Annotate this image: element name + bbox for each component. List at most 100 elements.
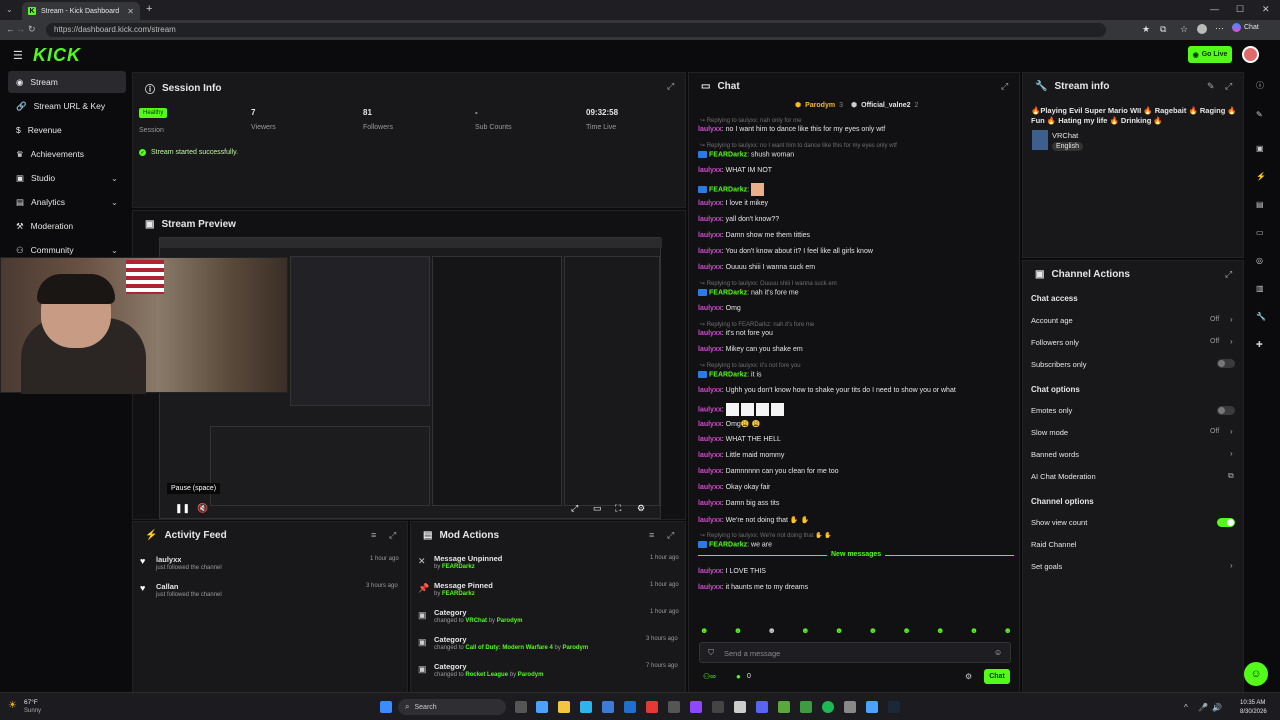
top-chatter-name[interactable]: Official_valne2 [861, 102, 910, 109]
chat-username[interactable]: laulyxx [698, 126, 722, 133]
rail-edit-icon[interactable]: ✎ [1256, 110, 1266, 120]
ai-moderation-label[interactable]: AI Chat Moderation [1031, 472, 1096, 481]
chat-username[interactable]: FEARDarkz [709, 151, 747, 158]
obs-icon[interactable] [734, 701, 746, 713]
go-live-button[interactable]: ◉ Go Live [1188, 46, 1232, 63]
chat-username[interactable]: FEARDarkz [709, 289, 747, 296]
emote-icon[interactable]: ☻ [734, 626, 742, 638]
sidebar-item-stream-url[interactable]: 🔗 Stream URL & Key [8, 95, 126, 117]
rail-info-icon[interactable]: ⓘ [1256, 80, 1266, 90]
chat-username[interactable]: laulyxx [698, 484, 722, 491]
app-icon[interactable] [712, 701, 724, 713]
chat-username[interactable]: laulyxx [698, 232, 722, 239]
twitch-icon[interactable] [690, 701, 702, 713]
rail-screen-icon[interactable]: ▣ [1256, 144, 1266, 154]
banned-words-label[interactable]: Banned words [1031, 450, 1079, 459]
filter-icon[interactable]: ≡ [649, 530, 654, 540]
activity-user[interactable]: Callan [156, 582, 179, 591]
more-icon[interactable]: ⋯ [1215, 23, 1224, 34]
mute-icon[interactable]: 🔇 [197, 503, 208, 514]
emote-icon[interactable]: ☻ [1003, 626, 1011, 638]
mod-action-target[interactable]: Call of Duty: Modern Warfare 4 [465, 645, 552, 651]
mod-action-target[interactable]: Rocket League [465, 672, 508, 678]
rail-puzzle-icon[interactable]: ✚ [1256, 340, 1266, 350]
mail-icon[interactable] [624, 701, 636, 713]
chat-username[interactable]: laulyxx [698, 517, 722, 524]
edit-pencil-icon[interactable]: ✎ [1207, 81, 1215, 92]
chevron-right-icon[interactable]: › [1230, 315, 1233, 324]
chat-username[interactable]: laulyxx [698, 500, 722, 507]
chat-username[interactable]: laulyxx [698, 436, 722, 443]
browser-chat-button[interactable]: Chat [1232, 23, 1259, 32]
task-view-icon[interactable] [515, 701, 527, 713]
chat-username[interactable]: laulyxx [698, 216, 722, 223]
chevron-right-icon[interactable]: › [1230, 449, 1233, 458]
sidebar-item-stream[interactable]: ◉ Stream [8, 71, 126, 93]
subscribers-only-toggle[interactable] [1217, 359, 1235, 368]
url-field[interactable]: https://dashboard.kick.com/stream [46, 23, 1106, 37]
chat-input-box[interactable]: ⛉ Send a message ☺ [699, 642, 1011, 663]
chat-username[interactable]: laulyxx [698, 167, 722, 174]
spotify-icon[interactable] [822, 701, 834, 713]
expand-icon[interactable]: ⤢ [389, 530, 396, 541]
fullscreen-icon[interactable]: ⛶ [615, 503, 621, 514]
browser-tab[interactable]: K Stream - Kick Dashboard ✕ [22, 2, 140, 20]
mod-action-user[interactable]: Parodym [497, 618, 523, 624]
app-icon[interactable] [866, 701, 878, 713]
emote-icon[interactable]: ☻ [835, 626, 843, 638]
tab-close-icon[interactable]: ✕ [127, 7, 134, 16]
chat-username[interactable]: laulyxx [698, 200, 722, 207]
chevron-right-icon[interactable]: › [1230, 427, 1233, 436]
clock-time[interactable]: 10:35 AM [1240, 700, 1265, 706]
rail-bolt-icon[interactable]: ⚡ [1256, 172, 1266, 182]
emote-icon[interactable]: ☻ [869, 626, 877, 638]
kick-logo[interactable]: KICK [33, 45, 81, 66]
tray-chevron-icon[interactable]: ^ [1184, 703, 1188, 712]
chevron-right-icon[interactable]: › [1230, 337, 1233, 346]
weather-temp[interactable]: 67°F [24, 699, 38, 706]
user-avatar[interactable] [1242, 46, 1259, 63]
raid-channel-label[interactable]: Raid Channel [1031, 540, 1076, 549]
rail-wrench-icon[interactable]: 🔧 [1256, 312, 1266, 322]
reload-icon[interactable]: ↻ [28, 24, 36, 35]
chat-username[interactable]: FEARDarkz [709, 186, 747, 193]
youtube-icon[interactable] [646, 701, 658, 713]
community-icon[interactable]: ⚇∞ [703, 672, 716, 681]
emote-icon[interactable]: ☻ [801, 626, 809, 638]
expand-icon[interactable]: ⤢ [1001, 81, 1008, 92]
chat-username[interactable]: laulyxx [698, 330, 722, 337]
chat-settings-icon[interactable]: ⚙ [965, 672, 972, 681]
rail-page-icon[interactable]: ▥ [1256, 284, 1266, 294]
bookmark-star-icon[interactable]: ★ [1142, 24, 1150, 35]
chat-username[interactable]: laulyxx [698, 421, 722, 428]
back-icon[interactable]: ← [6, 24, 15, 34]
sidebar-item-revenue[interactable]: $ Revenue [8, 119, 126, 141]
help-chat-icon[interactable]: ☺ [1244, 662, 1268, 686]
emote-icon[interactable]: ☻ [970, 626, 978, 638]
chevron-right-icon[interactable]: › [1230, 561, 1233, 570]
expand-icon[interactable]: ⤢ [1225, 81, 1232, 92]
extension-icon[interactable]: ⧉ [1160, 24, 1166, 35]
chat-username[interactable]: FEARDarkz [709, 541, 747, 548]
external-link-icon[interactable]: ⧉ [1228, 471, 1234, 481]
theater-icon[interactable]: ▭ [593, 503, 602, 514]
sidebar-item-moderation[interactable]: ⚒ Moderation [8, 215, 126, 237]
emotes-only-toggle[interactable] [1217, 406, 1235, 415]
new-tab-icon[interactable]: + [146, 3, 152, 15]
sidebar-item-achievements[interactable]: ♛ Achievements [8, 143, 126, 165]
clock-date[interactable]: 8/30/2026 [1240, 709, 1267, 715]
slow-mode-value[interactable]: Off [1210, 428, 1219, 435]
tab-list-icon[interactable]: ⌄ [6, 5, 13, 14]
emote-icon[interactable]: ☻ [936, 626, 944, 638]
sidebar-item-analytics[interactable]: ▤ Analytics ⌄ [8, 191, 126, 213]
chat-username[interactable]: laulyxx [698, 248, 722, 255]
mod-action-target[interactable]: FEARDarkz [442, 591, 475, 597]
profile-icon[interactable] [1197, 24, 1207, 34]
rail-target-icon[interactable]: ◎ [1256, 256, 1266, 266]
rail-list-icon[interactable]: ▤ [1256, 200, 1266, 210]
pause-icon[interactable]: ❚❚ [175, 503, 190, 514]
app-icon[interactable] [844, 701, 856, 713]
emote-icon[interactable]: ☻ [902, 626, 910, 638]
chat-username[interactable]: laulyxx [698, 387, 722, 394]
discord-icon[interactable] [756, 701, 768, 713]
